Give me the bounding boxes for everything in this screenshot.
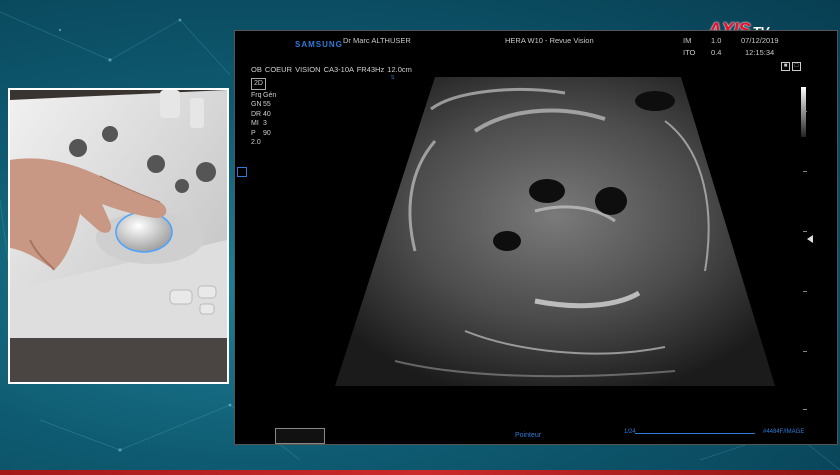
- param-key: Frq: [251, 91, 262, 99]
- exam-date: 07/12/2019: [741, 36, 779, 45]
- param-row-frq: Frq Gén: [251, 91, 276, 101]
- im-value: 1.0: [711, 36, 722, 45]
- param-row-mi: MI 3: [251, 119, 276, 129]
- ito-value: 0.4: [711, 48, 722, 57]
- preset-row: OB COEUR VISION CA3-10A FR43Hz 12.0cm: [251, 65, 412, 74]
- probe-thumbnail-icon: [275, 428, 325, 444]
- display-toggle-icons: ■ □: [781, 62, 801, 71]
- im-label: IM: [683, 36, 692, 45]
- depth-scale: [803, 111, 811, 411]
- parameter-panel: 2D Frq Gén GN 55 DR 40 MI 3 P 90 2.0: [251, 78, 276, 148]
- ultrasound-image: [335, 77, 775, 386]
- probe-marker: S: [391, 75, 395, 81]
- ultrasound-screen: SAMSUNG Dr Marc ALTHUSER HERA W10 - Revu…: [234, 30, 838, 445]
- cine-counter: 1/24: [624, 429, 636, 435]
- param-value: 3: [263, 120, 267, 127]
- image-code: #4484F/IMAGE: [763, 429, 805, 435]
- param-key: DR: [251, 110, 262, 118]
- bottom-red-strip: [0, 470, 840, 475]
- param-value: 40: [263, 110, 271, 118]
- param-value: 55: [263, 101, 271, 108]
- param-value: 90: [263, 129, 271, 137]
- param-value: Gén: [263, 91, 277, 99]
- cine-progress-line: [635, 433, 755, 434]
- param-key: P: [251, 129, 256, 137]
- toggle-square-icon: ■: [781, 62, 790, 71]
- param-row-p: P 90: [251, 129, 276, 139]
- brand-label: SAMSUNG: [295, 40, 343, 49]
- param-key: GN: [251, 101, 262, 108]
- toggle-outline-icon: □: [792, 62, 801, 71]
- param-extra: 2.0: [251, 139, 261, 146]
- left-edge-marker: [237, 167, 247, 177]
- device-label: HERA W10 - Revue Vision: [505, 36, 594, 45]
- console-hand-photo: [10, 90, 227, 382]
- param-row-gn: GN 55: [251, 100, 276, 110]
- camera-inset: [8, 88, 229, 384]
- imaging-mode: 2D: [251, 78, 266, 90]
- bottom-status-bar: Pointeur 1/24 #4484F/IMAGE: [235, 426, 837, 446]
- exam-time: 12:15:34: [745, 48, 775, 57]
- param-row-dr: DR 40: [251, 110, 276, 120]
- doctor-name: Dr Marc ALTHUSER: [343, 36, 411, 45]
- pointer-label: Pointeur: [515, 432, 542, 439]
- ito-label: ITO: [683, 48, 696, 57]
- param-key: MI: [251, 120, 259, 127]
